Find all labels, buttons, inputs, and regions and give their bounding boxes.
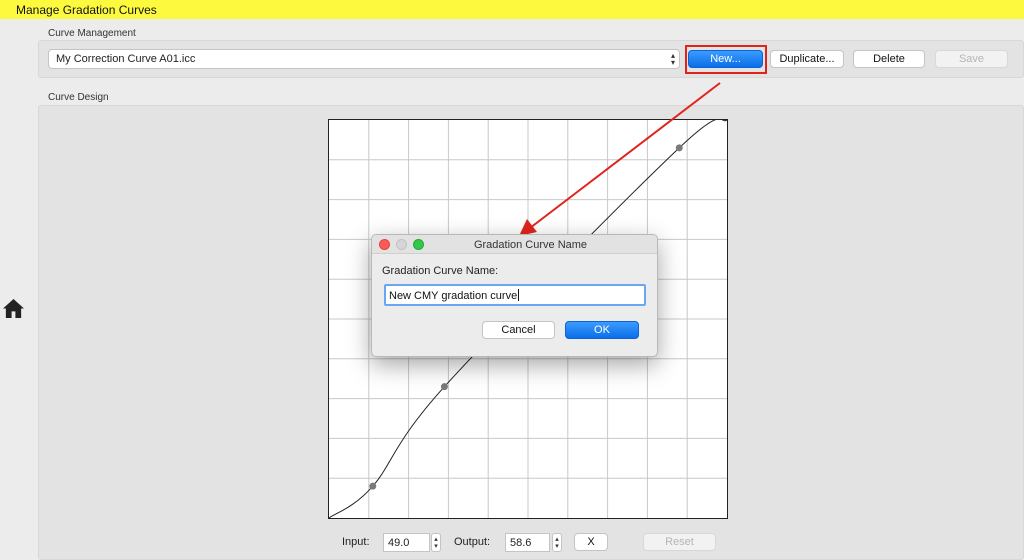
window-title-bar: Manage Gradation Curves	[0, 0, 1024, 19]
new-curve-button[interactable]: New...	[688, 50, 763, 68]
curve-control-point[interactable]	[440, 383, 448, 391]
curve-name-dialog: Gradation Curve Name Gradation Curve Nam…	[371, 234, 658, 357]
output-value-field[interactable]: 58.6	[505, 533, 550, 552]
sidebar	[0, 19, 30, 560]
text-caret	[518, 289, 520, 301]
input-value-field[interactable]: 49.0	[383, 533, 430, 552]
output-label: Output:	[454, 536, 491, 548]
input-label: Input:	[342, 536, 370, 548]
duplicate-button[interactable]: Duplicate...	[770, 50, 844, 68]
reset-button: Reset	[643, 533, 716, 551]
curve-name-input-value: New CMY gradation curve	[389, 290, 518, 302]
home-icon[interactable]	[2, 298, 25, 319]
curve-management-label: Curve Management	[48, 28, 136, 39]
curve-name-input[interactable]: New CMY gradation curve	[384, 284, 646, 306]
chevron-updown-icon: ▴ ▾	[670, 51, 675, 67]
curve-select[interactable]: My Correction Curve A01.icc ▴ ▾	[48, 49, 680, 69]
curve-control-point[interactable]	[369, 482, 377, 490]
save-button: Save	[935, 50, 1008, 68]
dialog-title-bar: Gradation Curve Name	[372, 235, 657, 254]
curve-select-value: My Correction Curve A01.icc	[56, 53, 196, 65]
dialog-field-label: Gradation Curve Name:	[382, 265, 499, 277]
cancel-button[interactable]: Cancel	[482, 321, 555, 339]
ok-button[interactable]: OK	[565, 321, 639, 339]
delete-button[interactable]: Delete	[853, 50, 925, 68]
curve-design-label: Curve Design	[48, 92, 109, 103]
x-button[interactable]: X	[574, 533, 608, 551]
input-stepper[interactable]: ▴ ▾	[431, 533, 441, 552]
window-title: Manage Gradation Curves	[16, 3, 157, 17]
output-stepper[interactable]: ▴ ▾	[552, 533, 562, 552]
dialog-title: Gradation Curve Name	[473, 239, 588, 251]
curve-control-point[interactable]	[675, 144, 683, 152]
